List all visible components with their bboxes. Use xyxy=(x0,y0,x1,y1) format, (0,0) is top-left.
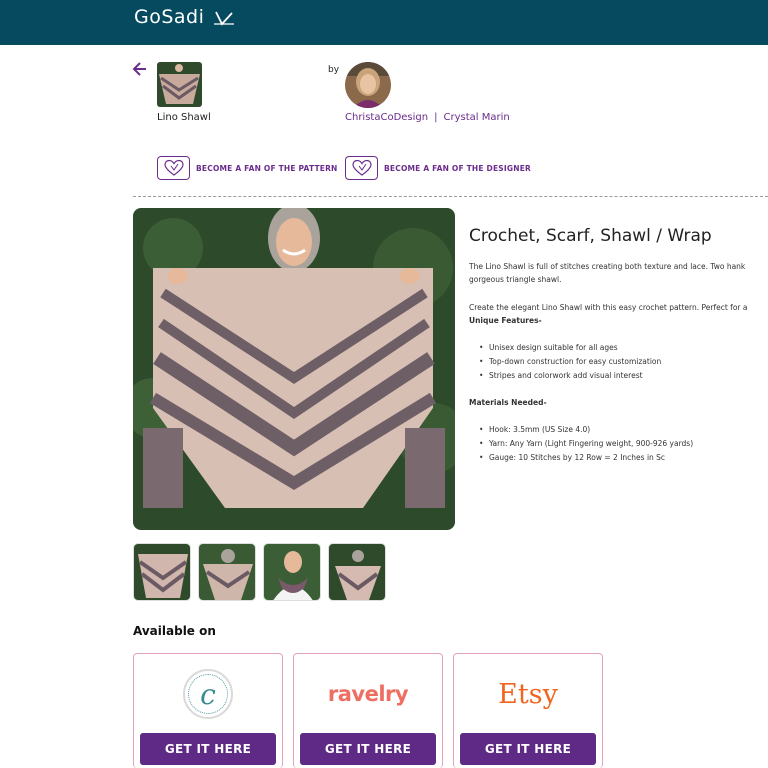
designer-person-link[interactable]: Crystal Marin xyxy=(443,112,509,123)
gallery-thumbnail[interactable] xyxy=(198,543,256,601)
list-item: Top-down construction for easy customiza… xyxy=(479,355,661,369)
gosadi-logo[interactable]: GoSadi xyxy=(134,6,234,28)
fan-designer-label: BECOME A FAN OF THE DESIGNER xyxy=(384,163,531,173)
etsy-logo[interactable]: Etsy xyxy=(498,679,558,710)
ravelry-logo[interactable]: ravelry xyxy=(328,682,409,706)
materials-heading: Materials Needed- xyxy=(469,398,547,407)
get-it-here-button[interactable]: GET IT HERE xyxy=(140,733,276,765)
gallery-thumbnail[interactable] xyxy=(133,543,191,601)
fan-designer-button[interactable]: BECOME A FAN OF THE DESIGNER xyxy=(345,156,531,180)
features-list: Unisex design suitable for all ages Top-… xyxy=(479,341,661,383)
list-item: Yarn: Any Yarn (Light Fingering weight, … xyxy=(479,437,693,451)
list-item: Hook: 3.5mm (US Size 4.0) xyxy=(479,423,693,437)
heart-icon xyxy=(157,156,190,180)
fan-pattern-button[interactable]: BECOME A FAN OF THE PATTERN xyxy=(157,156,338,180)
c-circle-logo[interactable]: c xyxy=(183,669,233,719)
get-it-here-button[interactable]: GET IT HERE xyxy=(300,733,436,765)
pattern-categories-title: Crochet, Scarf, Shawl / Wrap xyxy=(469,226,712,246)
list-item: Gauge: 10 Stitches by 12 Row = 2 Inches … xyxy=(479,451,693,465)
materials-list: Hook: 3.5mm (US Size 4.0) Yarn: Any Yarn… xyxy=(479,423,693,465)
main-product-photo[interactable] xyxy=(133,208,455,530)
pattern-thumbnail[interactable] xyxy=(157,62,202,107)
store-card-etsy: Etsy GET IT HERE xyxy=(453,653,603,768)
intro-line-1: The Lino Shawl is full of stitches creat… xyxy=(469,262,746,271)
create-line: Create the elegant Lino Shawl with this … xyxy=(469,303,748,312)
list-item: Unisex design suitable for all ages xyxy=(479,341,661,355)
heart-icon xyxy=(345,156,378,180)
features-heading: Unique Features- xyxy=(469,316,542,325)
designer-separator: | xyxy=(434,112,438,123)
top-bar: GoSadi xyxy=(0,0,768,45)
intro-line-2: gorgeous triangle shawl. xyxy=(469,275,562,284)
logo-swoosh-icon xyxy=(214,11,234,26)
designer-names: ChristaCoDesign | Crystal Marin xyxy=(345,112,510,123)
section-divider xyxy=(133,196,768,197)
pattern-name[interactable]: Lino Shawl xyxy=(157,112,211,123)
available-on-heading: Available on xyxy=(133,624,216,638)
by-label: by xyxy=(328,65,340,75)
gallery-thumbnail[interactable] xyxy=(263,543,321,601)
store-card-ravelry: ravelry GET IT HERE xyxy=(293,653,443,768)
list-item: Stripes and colorwork add visual interes… xyxy=(479,369,661,383)
designer-avatar[interactable] xyxy=(345,62,391,108)
designer-brand-link[interactable]: ChristaCoDesign xyxy=(345,112,428,123)
get-it-here-button[interactable]: GET IT HERE xyxy=(460,733,596,765)
back-arrow-icon[interactable] xyxy=(131,60,149,78)
gallery-thumbnail[interactable] xyxy=(328,543,386,601)
store-card-christacodesign: c GET IT HERE xyxy=(133,653,283,768)
fan-pattern-label: BECOME A FAN OF THE PATTERN xyxy=(196,163,338,173)
